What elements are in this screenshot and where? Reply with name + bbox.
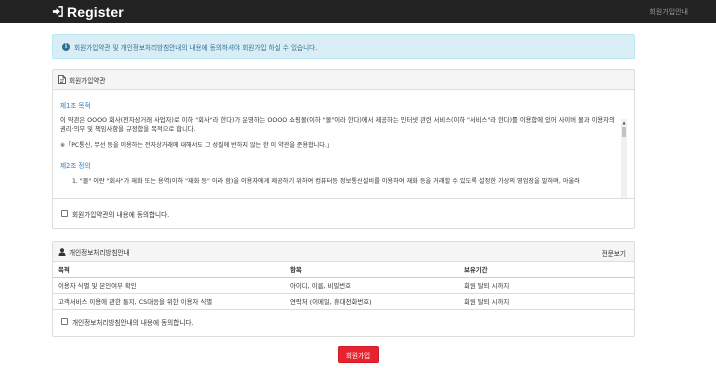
table-row: 이용자 식별 및 본인여부 확인 아이디, 이름, 비밀번호 회원 탈퇴 시까지 [53, 277, 634, 294]
table-cell: 아이디, 이름, 비밀번호 [285, 277, 459, 294]
privacy-panel-heading: 개인정보처리방침안내 전문보기 [53, 242, 634, 262]
view-full-text-link[interactable]: 전문보기 [602, 248, 626, 258]
scroll-up-arrow-icon[interactable]: ▲ [621, 119, 627, 125]
table-cell: 고객서비스 이용에 관한 통지, CS대응을 위한 이용자 식별 [53, 293, 285, 310]
sign-in-icon [52, 6, 63, 17]
terms-section-heading: 제2조 정의 [60, 162, 91, 170]
info-icon: i [62, 42, 70, 51]
terms-agree-checkbox[interactable] [61, 210, 68, 217]
terms-paragraph: 이 약관은 OOOO 회사(전자상거래 사업자)로 이하 "회사"라 한다)가 … [60, 117, 615, 133]
terms-paragraph: ※「PC통신, 무선 등을 이용하는 전자상거래에 대해서도 그 성질에 반하지… [60, 142, 333, 149]
terms-agree-label[interactable]: 회원가입약관의 내용에 동의합니다. [72, 209, 169, 219]
column-header-items: 항목 [285, 262, 459, 278]
terms-scroll-area[interactable]: 제1조 목적 이 약관은 OOOO 회사(전자상거래 사업자)로 이하 "회사"… [53, 90, 634, 198]
scrollbar-thumb[interactable] [622, 127, 626, 137]
nav-link-register-guide[interactable]: 회원가입안내 [649, 7, 688, 17]
terms-panel-title: 회원가입약관 [69, 76, 106, 85]
user-icon [58, 247, 66, 256]
table-header-row: 목적 항목 보유기간 [53, 262, 634, 278]
table-cell: 연락처 (이메일, 휴대전화번호) [285, 293, 459, 310]
page-title: Register [67, 3, 124, 20]
document-icon [58, 75, 66, 84]
brand[interactable]: Register [52, 3, 124, 20]
top-navbar: Register 회원가입안내 [0, 0, 716, 23]
submit-area: 회원가입 [0, 346, 716, 363]
alert-text: 회원가입약관 및 개인정보처리방침안내의 내용에 동의하셔야 회원가입 하실 수… [74, 43, 318, 52]
terms-panel-heading: 회원가입약관 [53, 70, 634, 90]
privacy-agree-checkbox[interactable] [61, 318, 68, 325]
terms-agree-row: 회원가입약관의 내용에 동의합니다. [53, 198, 634, 228]
privacy-agree-label[interactable]: 개인정보처리방침안내의 내용에 동의합니다. [72, 317, 194, 327]
table-cell: 이용자 식별 및 본인여부 확인 [53, 277, 285, 294]
info-alert: i 회원가입약관 및 개인정보처리방침안내의 내용에 동의하셔야 회원가입 하실… [52, 34, 635, 59]
terms-scrollbar[interactable]: ▲ ▼ [621, 119, 627, 198]
terms-section-heading: 제1조 목적 [60, 102, 91, 110]
register-submit-button[interactable]: 회원가입 [337, 346, 379, 363]
privacy-agree-row: 개인정보처리방침안내의 내용에 동의합니다. [53, 310, 634, 334]
privacy-panel-title: 개인정보처리방침안내 [69, 248, 130, 257]
column-header-purpose: 목적 [53, 262, 285, 278]
privacy-table: 목적 항목 보유기간 이용자 식별 및 본인여부 확인 아이디, 이름, 비밀번… [53, 262, 634, 310]
terms-panel: 회원가입약관 제1조 목적 이 약관은 OOOO 회사(전자상거래 사업자)로 … [52, 69, 635, 229]
column-header-retention: 보유기간 [459, 262, 634, 278]
table-row: 고객서비스 이용에 관한 통지, CS대응을 위한 이용자 식별 연락처 (이메… [53, 293, 634, 310]
table-cell: 회원 탈퇴 시까지 [459, 277, 634, 294]
table-cell: 회원 탈퇴 시까지 [459, 293, 634, 310]
terms-list-item: 1. "몰" 이란 "회사"가 재화 또는 용역(이하 "재화 등" 이라 함)… [72, 178, 580, 185]
privacy-panel: 개인정보처리방침안내 전문보기 목적 항목 보유기간 이용자 식별 및 본인여부… [52, 241, 635, 337]
